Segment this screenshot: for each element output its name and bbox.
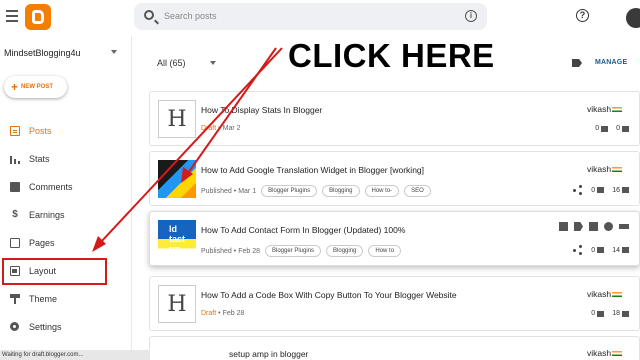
arrow-to-post bbox=[185, 47, 277, 177]
browser-status-bar: Waiting for draft.blogger.com... bbox=[0, 350, 150, 360]
blogger-dashboard: Search posts i ? MindsetBlogging4u + NEW… bbox=[0, 0, 640, 360]
annotation-arrows bbox=[92, 47, 283, 252]
